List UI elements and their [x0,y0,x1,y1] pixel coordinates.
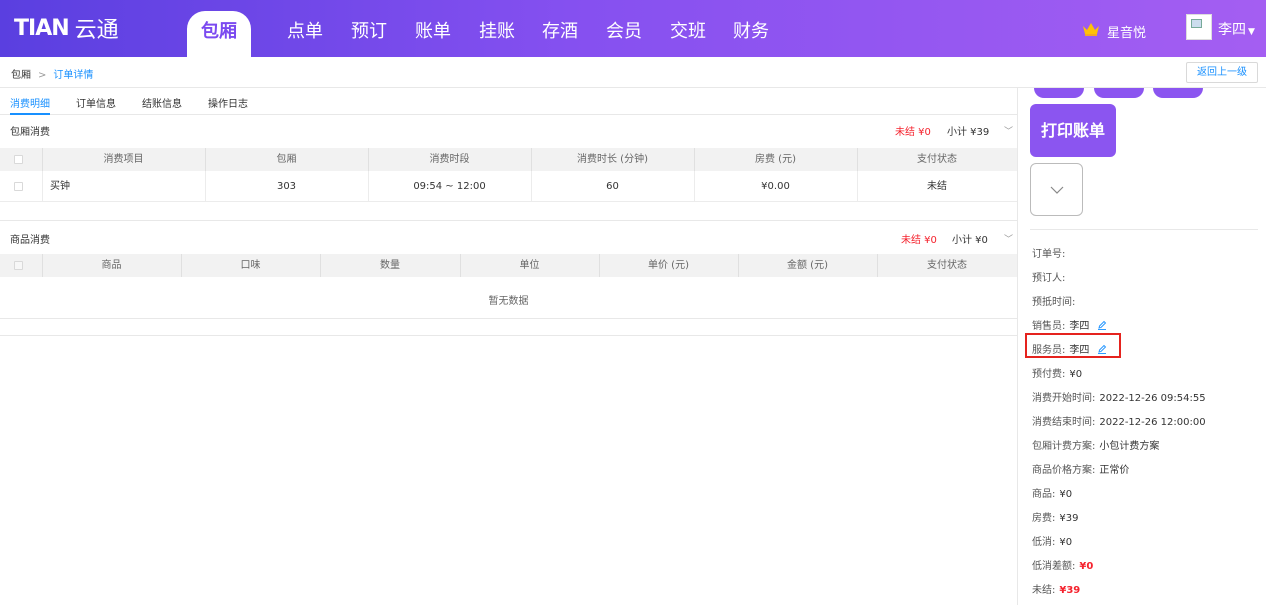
room-section-title: 包厢消费 [10,127,50,138]
salesperson-label: 销售员: [1032,321,1066,332]
unpaid-amount: 未结: ¥39 [1032,585,1081,596]
goods-table-header: 商品 口味 数量 单位 单价 (元) 金额 (元) 支付状态 [0,254,1017,277]
salesperson: 销售员: 李四 [1032,317,1107,332]
column-header: 支付状态 [917,154,957,165]
top-navigation-bar: TIAN 云通 包厢 点单 预订 账单 挂账 存酒 会员 交班 财务 星音悦 李… [0,0,1266,57]
caret-down-icon: ▼ [1248,27,1255,37]
room-subtotal: 小计 ¥39 [947,127,990,138]
tab-consumption-detail[interactable]: 消费明细 [10,95,50,110]
select-all-checkbox[interactable] [14,261,23,270]
minimum-charge: 低消: ¥0 [1032,537,1073,548]
column-header: 房费 (元) [755,154,796,165]
back-button[interactable]: 返回上一级 [1186,62,1258,83]
cell-period: 09:54 ~ 12:00 [413,181,486,192]
table-row[interactable]: 买钟 303 09:54 ~ 12:00 60 ¥0.00 未结 [0,171,1017,202]
action-button-partial[interactable] [1094,88,1144,98]
room-table-header: 消费项目 包厢 消费时段 消费时长 (分钟) 房费 (元) 支付状态 [0,148,1017,171]
nav-item-wine-storage[interactable]: 存酒 [542,19,578,45]
chevron-down-icon [1050,186,1064,194]
section-divider [0,335,1017,336]
nav-item-order[interactable]: 点单 [287,19,323,45]
cell-item: 买钟 [50,181,70,192]
active-tab-indicator [10,113,50,115]
nav-item-finance[interactable]: 财务 [733,19,769,45]
column-header: 数量 [380,260,400,271]
collapse-goods-icon[interactable]: ﹀ [1004,232,1013,245]
action-button-partial[interactable] [1153,88,1203,98]
goods-unpaid: 未结 ¥0 [901,235,937,246]
breadcrumb-bar: 包厢 > 订单详情 返回上一级 [0,57,1266,88]
print-bill-button[interactable]: 打印账单 [1030,104,1116,157]
column-header: 消费项目 [103,154,144,165]
cell-room: 303 [276,181,297,192]
goods-section-title: 商品消费 [10,235,50,246]
select-all-checkbox[interactable] [14,155,23,164]
column-header: 支付状态 [927,260,967,271]
crown-icon [1083,23,1099,36]
tab-order-info[interactable]: 订单信息 [76,95,116,110]
column-header: 单位 [519,260,540,271]
arrival-time: 预抵时间: [1032,297,1076,308]
column-header: 单价 (元) [648,260,689,271]
detail-tabs: 消费明细 订单信息 结账信息 操作日志 [0,88,1017,115]
app-logo[interactable]: TIAN 云通 [14,13,119,44]
column-header: 消费时长 (分钟) [577,154,648,165]
nav-item-bills[interactable]: 账单 [415,19,451,45]
nav-item-shift[interactable]: 交班 [670,19,706,45]
room-billing-plan: 包厢计费方案: 小包计费方案 [1032,441,1160,452]
goods-amount: 商品: ¥0 [1032,489,1073,500]
salesperson-value: 李四 [1069,321,1090,332]
row-checkbox[interactable] [14,182,23,191]
consumption-start-time: 消费开始时间: 2022-12-26 09:54:55 [1032,393,1206,404]
more-actions-button[interactable] [1030,163,1083,216]
column-header: 包厢 [276,154,297,165]
tab-checkout-info[interactable]: 结账信息 [142,95,182,110]
cell-fee: ¥0.00 [761,181,790,192]
nav-item-credit[interactable]: 挂账 [479,19,515,45]
consumption-end-time: 消费结束时间: 2022-12-26 12:00:00 [1032,417,1206,428]
booker: 预订人: [1032,273,1066,284]
waiter-highlight-box [1025,333,1121,358]
store-name[interactable]: 星音悦 [1107,22,1146,41]
section-divider [0,220,1017,221]
breadcrumb-current: 订单详情 [53,70,94,81]
user-menu[interactable]: 李四 ▼ [1218,19,1255,39]
breadcrumb-root[interactable]: 包厢 [11,70,31,81]
goods-price-plan: 商品价格方案: 正常价 [1032,465,1130,476]
column-header: 口味 [240,260,261,271]
breadcrumb: 包厢 > 订单详情 [11,66,93,81]
cell-minutes: 60 [606,181,619,192]
tab-operation-log[interactable]: 操作日志 [208,95,248,110]
column-header: 消费时段 [429,154,470,165]
order-number: 订单号: [1032,249,1066,260]
user-avatar[interactable] [1186,14,1212,40]
section-divider [0,318,1017,319]
minimum-charge-difference: 低消差额: ¥0 [1032,561,1094,572]
column-header: 商品 [101,260,122,271]
chevron-right-icon: > [38,70,47,81]
logo-mark: TIAN [14,15,70,41]
nav-item-members[interactable]: 会员 [606,19,642,45]
column-header: 金额 (元) [787,260,828,271]
edit-salesperson-icon[interactable] [1097,320,1107,330]
collapse-room-icon[interactable]: ﹀ [1004,124,1013,137]
empty-state: 暂无数据 [488,296,529,307]
prepaid-fee: 预付费: ¥0 [1032,369,1083,380]
action-button-partial[interactable] [1034,88,1084,98]
cell-status: 未结 [927,181,947,192]
user-name: 李四 [1218,22,1246,38]
goods-subtotal: 小计 ¥0 [952,235,988,246]
nav-item-booking[interactable]: 预订 [351,19,387,45]
room-fee: 房费: ¥39 [1032,513,1079,524]
room-unpaid: 未结 ¥0 [895,127,931,138]
logo-text: 云通 [74,18,119,43]
side-panel-divider [1017,88,1018,605]
nav-item-rooms[interactable]: 包厢 [201,19,237,45]
side-panel-separator [1030,229,1258,230]
